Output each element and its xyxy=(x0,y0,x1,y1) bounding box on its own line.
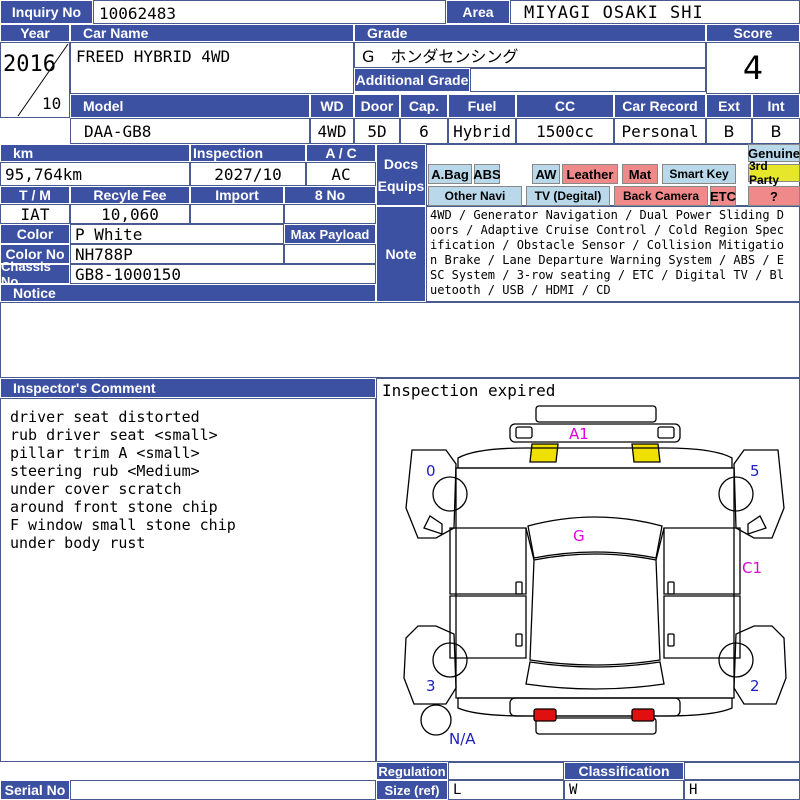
comment-line: under cover scratch xyxy=(10,480,182,498)
inspection-label: Inspection xyxy=(190,144,306,162)
mark-g: G xyxy=(573,527,585,545)
mark-c1: C1 xyxy=(742,559,763,577)
equip-tag-a-bag: A.Bag xyxy=(428,164,472,184)
serial-no-label: Serial No xyxy=(0,780,70,800)
inspection: 2027/10 xyxy=(190,162,306,186)
equip-tag-other-navi: Other Navi xyxy=(428,186,522,206)
score: 4 xyxy=(742,49,764,87)
note-text: 4WD / Generator Navigation / Dual Power … xyxy=(430,208,785,297)
year-label: Year xyxy=(0,24,70,42)
equip-tag-etc: ETC xyxy=(710,186,736,206)
car-name-label: Car Name xyxy=(70,24,354,42)
additional-grade xyxy=(470,68,706,92)
equip-tag-leather: Leather xyxy=(562,164,618,184)
equip-tag-: ? xyxy=(748,186,800,206)
chassis-no: GB8-1000150 xyxy=(70,264,376,284)
color-label: Color xyxy=(0,224,70,244)
import-label: Import xyxy=(190,186,284,204)
note-label: Note xyxy=(376,206,426,302)
8no-label: 8 No xyxy=(284,186,376,204)
classification-label: Classification xyxy=(564,762,684,780)
color-no: NH788P xyxy=(70,244,284,264)
tm-label: T / M xyxy=(0,186,70,204)
grade: G ホンダセンシング xyxy=(362,47,519,66)
ext-grade: B xyxy=(706,118,752,144)
car-diagram xyxy=(403,405,787,736)
equip-tag-abs: ABS xyxy=(473,164,501,184)
mark-a1: A1 xyxy=(569,425,589,443)
recycle-fee-label: Recyle Fee xyxy=(70,186,190,204)
equip-tag-smart-key: Smart Key xyxy=(662,164,736,184)
score-label: Score xyxy=(706,24,800,42)
serial-no xyxy=(70,780,376,800)
comment-line: rub driver seat <small> xyxy=(10,426,218,444)
equip-tag-aw: AW xyxy=(532,164,560,184)
model: DAA-GB8 xyxy=(84,121,152,141)
size-l: L xyxy=(448,780,564,800)
panel-number-2: 2 xyxy=(750,677,760,695)
comment-line: around front stone chip xyxy=(10,498,218,516)
month: 10 xyxy=(42,94,62,113)
comment-line: driver seat distorted xyxy=(10,408,200,426)
comment-line: F window small stone chip xyxy=(10,516,236,534)
additional-grade-label: Additional Grade xyxy=(354,68,470,92)
door: 5D xyxy=(354,118,400,144)
fuel-label: Fuel xyxy=(448,94,516,118)
panel-number-na: N/A xyxy=(449,730,476,748)
car-record-label: Car Record xyxy=(614,94,706,118)
docs-equips-label: Docs Equips xyxy=(376,144,426,206)
regulation-label: Regulation xyxy=(376,762,448,780)
panel-number-0: 0 xyxy=(426,462,436,480)
ac: AC xyxy=(306,162,376,186)
cap-label: Cap. xyxy=(400,94,448,118)
panel-number-3: 3 xyxy=(426,677,436,695)
ac-label: A / C xyxy=(306,144,376,162)
size-h: H xyxy=(684,780,800,800)
notice xyxy=(0,302,800,378)
comment-line: pillar trim A <small> xyxy=(10,444,200,462)
area: MIYAGI OSAKI SHI xyxy=(524,3,704,23)
cc-label: CC xyxy=(516,94,614,118)
ext-label: Ext xyxy=(706,94,752,118)
8no xyxy=(284,204,376,224)
area-label: Area xyxy=(446,0,510,24)
int-grade: B xyxy=(752,118,800,144)
inspector-comment: driver seat distorted rub driver seat <s… xyxy=(10,408,236,552)
cap: 6 xyxy=(400,118,448,144)
inspector-comment-label: Inspector's Comment xyxy=(0,378,376,398)
fuel: Hybrid xyxy=(448,118,516,144)
panel-number-5: 5 xyxy=(750,462,760,480)
equip-tag-back-camera: Back Camera xyxy=(614,186,708,206)
door-label: Door xyxy=(354,94,400,118)
equip-tag-3rd-party: 3rd Party xyxy=(748,159,800,187)
year: 2016 xyxy=(3,52,56,77)
comment-line: steering rub <Medium> xyxy=(10,462,200,480)
equip-tag-mat: Mat xyxy=(622,164,658,184)
map-title: Inspection expired xyxy=(382,380,556,400)
color: P White xyxy=(70,224,284,244)
car-name: FREED HYBRID 4WD xyxy=(76,46,231,66)
max-payload xyxy=(284,244,376,264)
size-ref-label: Size (ref) xyxy=(376,780,448,800)
car-record: Personal xyxy=(614,118,706,144)
model-label: Model xyxy=(70,94,310,118)
tm: IAT xyxy=(0,204,70,224)
km-label: km xyxy=(0,144,190,162)
wd-label: WD xyxy=(310,94,354,118)
max-payload-label: Max Payload xyxy=(284,224,376,244)
cc: 1500cc xyxy=(516,118,614,144)
import xyxy=(190,204,284,224)
int-label: Int xyxy=(752,94,800,118)
size-w: W xyxy=(564,780,684,800)
equip-tag-tv-degital: TV (Degital) xyxy=(526,186,610,206)
chassis-no-label: Chassis No xyxy=(0,259,70,289)
inquiry-no-label: Inquiry No xyxy=(0,0,93,24)
notice-label: Notice xyxy=(0,284,376,302)
grade-label: Grade xyxy=(354,24,706,42)
wd: 4WD xyxy=(310,118,354,144)
recycle-fee: 10,060 xyxy=(70,204,190,224)
inquiry-no: 10062483 xyxy=(99,3,177,23)
km: 95,764km xyxy=(0,162,190,186)
comment-line: under body rust xyxy=(10,534,146,552)
